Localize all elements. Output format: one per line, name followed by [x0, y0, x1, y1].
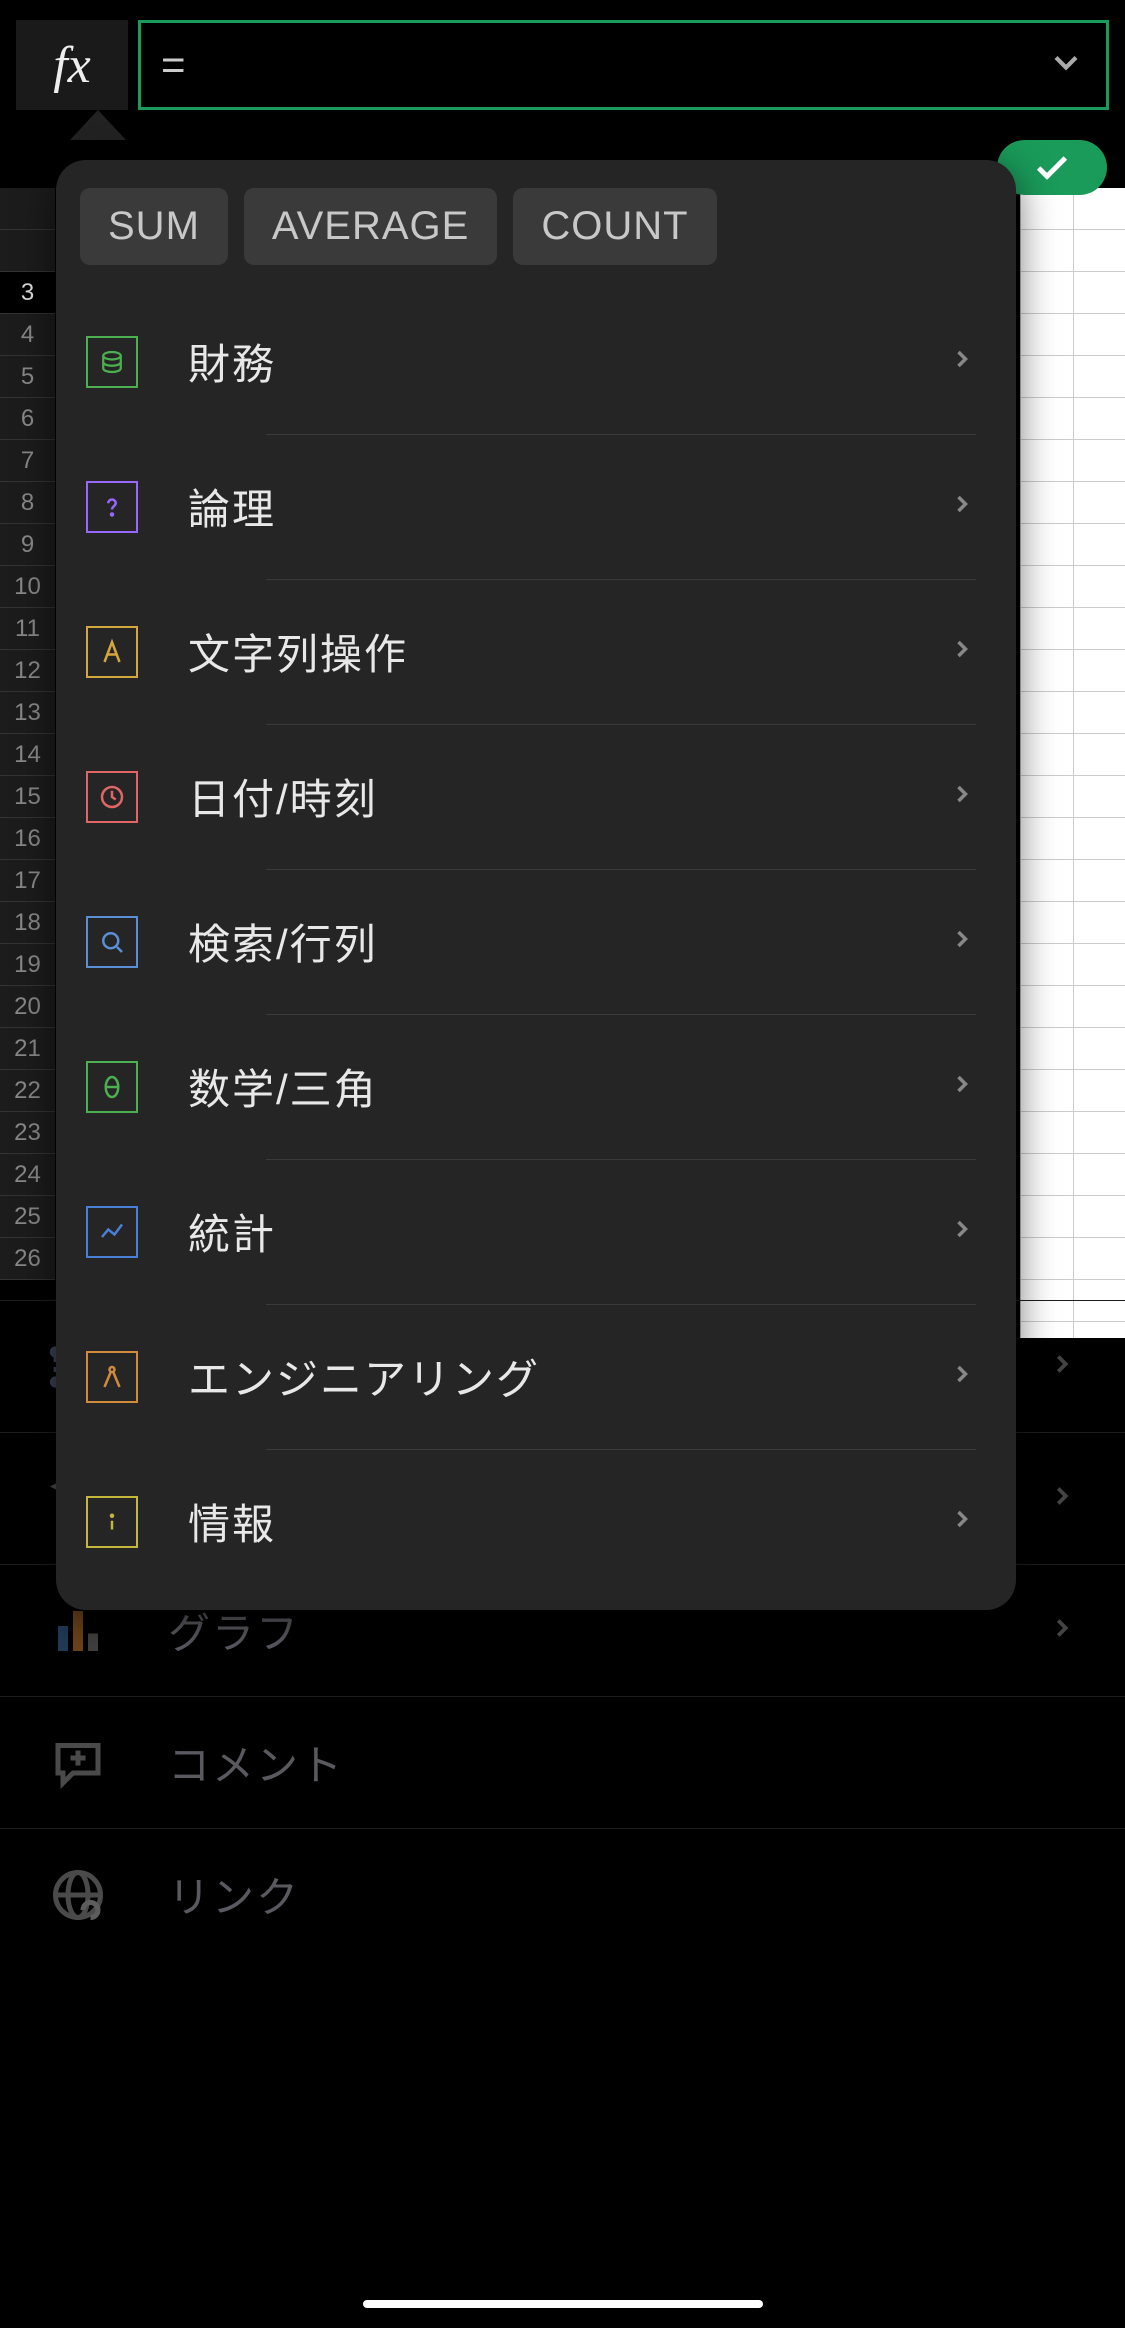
- row-header[interactable]: 22: [0, 1070, 55, 1112]
- category-label: 統計: [188, 1201, 948, 1262]
- chevron-right-icon: [1047, 1349, 1077, 1384]
- shortcut-count[interactable]: COUNT: [513, 188, 716, 265]
- category-label: エンジニアリング: [188, 1346, 948, 1407]
- chevron-right-icon: [948, 490, 976, 523]
- row-header[interactable]: [0, 188, 55, 230]
- insert-item-link[interactable]: リンク: [0, 1828, 1125, 1960]
- row-header[interactable]: 7: [0, 440, 55, 482]
- shortcut-sum[interactable]: SUM: [80, 188, 228, 265]
- shortcut-row: SUM AVERAGE COUNT: [56, 160, 1016, 289]
- row-header[interactable]: 21: [0, 1028, 55, 1070]
- insert-item-comment[interactable]: コメント: [0, 1696, 1125, 1828]
- insert-item-label: コメント: [168, 1732, 1077, 1793]
- category-text[interactable]: 文字列操作: [56, 579, 1016, 724]
- category-logical[interactable]: 論理: [56, 434, 1016, 579]
- row-header[interactable]: 9: [0, 524, 55, 566]
- coins-icon: [86, 336, 138, 388]
- row-header[interactable]: 25: [0, 1196, 55, 1238]
- chevron-right-icon: [1047, 1481, 1077, 1516]
- row-header[interactable]: [0, 230, 55, 272]
- letter-a-icon: [86, 626, 138, 678]
- category-lookup[interactable]: 検索/行列: [56, 869, 1016, 1014]
- row-header[interactable]: 26: [0, 1238, 55, 1280]
- fx-button[interactable]: fx: [16, 20, 128, 110]
- shortcut-average[interactable]: AVERAGE: [244, 188, 497, 265]
- category-label: 日付/時刻: [188, 766, 948, 827]
- info-icon: [86, 1496, 138, 1548]
- category-financial[interactable]: 財務: [56, 289, 1016, 434]
- home-indicator[interactable]: [363, 2300, 763, 2308]
- row-header[interactable]: 12: [0, 650, 55, 692]
- row-headers: 3 4 5 6 7 8 9 10 11 12 13 14 15 16 17 18…: [0, 188, 55, 1280]
- insert-item-label: リンク: [168, 1864, 1077, 1925]
- question-icon: [86, 481, 138, 533]
- row-header[interactable]: 5: [0, 356, 55, 398]
- link-icon: [48, 1865, 108, 1925]
- row-header[interactable]: 20: [0, 986, 55, 1028]
- row-header[interactable]: 3: [0, 272, 55, 314]
- row-header[interactable]: 23: [0, 1112, 55, 1154]
- row-header[interactable]: 24: [0, 1154, 55, 1196]
- row-header[interactable]: 4: [0, 314, 55, 356]
- search-icon: [86, 916, 138, 968]
- row-header[interactable]: 15: [0, 776, 55, 818]
- category-statistical[interactable]: 統計: [56, 1159, 1016, 1304]
- row-header[interactable]: 16: [0, 818, 55, 860]
- chevron-right-icon: [948, 1070, 976, 1103]
- chevron-right-icon: [948, 635, 976, 668]
- clock-icon: [86, 771, 138, 823]
- row-header[interactable]: 14: [0, 734, 55, 776]
- row-header[interactable]: 10: [0, 566, 55, 608]
- compass-icon: [86, 1351, 138, 1403]
- row-header[interactable]: 17: [0, 860, 55, 902]
- popup-pointer: [70, 110, 126, 140]
- chevron-right-icon: [948, 780, 976, 813]
- row-header[interactable]: 13: [0, 692, 55, 734]
- row-header[interactable]: 18: [0, 902, 55, 944]
- category-label: 検索/行列: [188, 911, 948, 972]
- category-label: 情報: [188, 1491, 948, 1552]
- category-list: 財務 論理 文字列操作 日付/時刻: [56, 289, 1016, 1594]
- chart-line-icon: [86, 1206, 138, 1258]
- chevron-right-icon: [948, 345, 976, 378]
- category-label: 財務: [188, 331, 948, 392]
- chevron-right-icon: [948, 1360, 976, 1393]
- chevron-right-icon: [1047, 1613, 1077, 1648]
- theta-icon: [86, 1061, 138, 1113]
- category-label: 数学/三角: [188, 1056, 948, 1117]
- formula-value: =: [161, 41, 186, 89]
- category-label: 文字列操作: [188, 621, 948, 682]
- row-header[interactable]: 11: [0, 608, 55, 650]
- column-divider: [1073, 188, 1074, 1338]
- category-math[interactable]: 数学/三角: [56, 1014, 1016, 1159]
- function-category-popup: SUM AVERAGE COUNT 財務 論理 文字列操作: [56, 160, 1016, 1610]
- formula-input[interactable]: =: [138, 20, 1109, 110]
- category-engineering[interactable]: エンジニアリング: [56, 1304, 1016, 1449]
- fx-label: fx: [53, 36, 91, 95]
- chevron-down-icon[interactable]: [1046, 43, 1086, 88]
- formula-bar: fx =: [0, 0, 1125, 110]
- category-label: 論理: [188, 476, 948, 537]
- chevron-right-icon: [948, 1505, 976, 1538]
- category-information[interactable]: 情報: [56, 1449, 1016, 1594]
- row-header[interactable]: 6: [0, 398, 55, 440]
- row-header[interactable]: 19: [0, 944, 55, 986]
- comment-icon: [48, 1733, 108, 1793]
- category-datetime[interactable]: 日付/時刻: [56, 724, 1016, 869]
- row-header[interactable]: 8: [0, 482, 55, 524]
- chevron-right-icon: [948, 1215, 976, 1248]
- chevron-right-icon: [948, 925, 976, 958]
